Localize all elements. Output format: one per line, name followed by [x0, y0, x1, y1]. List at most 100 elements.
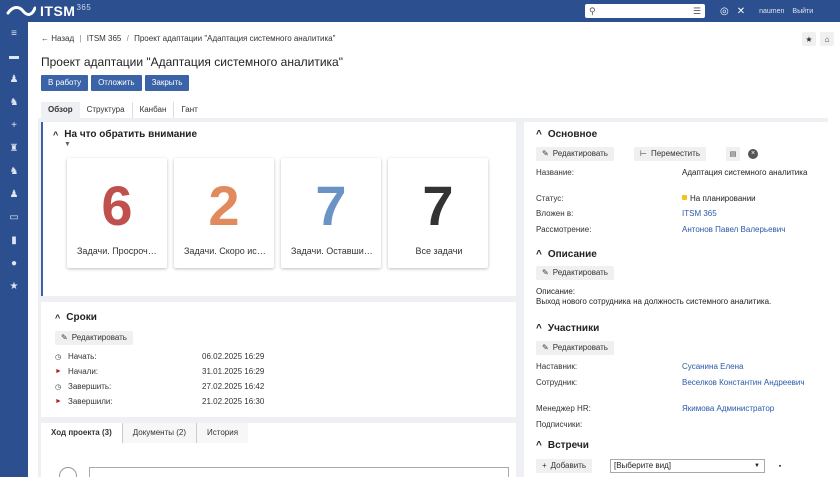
tools-icon[interactable]: ✕ — [737, 6, 745, 17]
card-value: 6 — [101, 174, 133, 237]
to-work-button[interactable]: В работу — [41, 75, 89, 91]
eye-off-icon[interactable]: ◎ — [720, 6, 729, 17]
employee-link[interactable]: Веселков Константин Андреевич — [682, 378, 822, 388]
action-buttons: В работу Отложить Закрыть — [41, 75, 190, 91]
deadline-row: ► Завершили: 21.02.2025 16:30 — [55, 397, 265, 406]
page-title: Проект адаптации "Адаптация системного а… — [41, 55, 343, 69]
content: ← Назад | ITSM 365 / Проект адаптации "А… — [28, 22, 840, 477]
pencil-icon: ✎ — [542, 268, 549, 277]
chevron-up-icon: ^ — [536, 249, 542, 260]
chevron-down-icon[interactable]: ▼ — [64, 141, 74, 149]
left-rail: ≡ ▬ ♟ ♞ + ♜ ♞ ♟ ▭ ▮ ● ★ — [0, 22, 28, 477]
meeting-type-select[interactable]: [Выберите вид] ▼ — [610, 459, 765, 473]
field-name-value: Адаптация системного аналитика — [682, 168, 808, 177]
field-reviewer-link[interactable]: Антонов Павел Валерьевич — [682, 225, 822, 235]
postpone-button[interactable]: Отложить — [91, 75, 142, 91]
tab-kanban[interactable]: Канбан — [133, 102, 175, 118]
participants-edit-button[interactable]: ✎ Редактировать — [536, 341, 614, 355]
plus-icon[interactable]: + — [0, 114, 28, 137]
chevron-up-icon: ^ — [536, 129, 542, 140]
tab-documents[interactable]: Документы (2) — [122, 423, 197, 443]
move-button[interactable]: ⊢ Переместить — [634, 147, 706, 161]
favorite-star-icon[interactable]: ★ — [802, 32, 816, 46]
pencil-icon: ✎ — [542, 149, 549, 158]
book-icon[interactable]: ▭ — [0, 206, 28, 229]
delete-icon[interactable]: × — [746, 147, 760, 161]
star-icon[interactable]: ★ — [0, 275, 28, 298]
deadlines-title: Сроки — [66, 312, 97, 323]
card-all-tasks[interactable]: 7 Все задачи — [388, 158, 488, 268]
plus-icon: + — [542, 461, 547, 470]
comment-input[interactable] — [89, 467, 509, 477]
description-label: Описание: — [536, 287, 576, 296]
description-header[interactable]: ^ Описание — [536, 249, 597, 260]
clock-icon: ◷ — [55, 383, 62, 391]
deadlines-panel: ^ Сроки ✎ Редактировать ◷ Начать: 06.02.… — [41, 302, 516, 417]
move-icon: ⊢ — [640, 149, 647, 158]
attention-title: На что обратить внимание — [64, 129, 198, 140]
main-edit-button[interactable]: ✎ Редактировать — [536, 147, 614, 161]
logout-link[interactable]: Выйти — [792, 8, 813, 15]
card-expiring[interactable]: 2 Задачи. Скоро истекают — [174, 158, 274, 268]
deadlines-edit-button[interactable]: ✎ Редактировать — [55, 331, 133, 345]
filter-sliders-icon[interactable]: ☰ — [693, 4, 701, 18]
field-status-value: На планировании — [682, 194, 822, 204]
project-progress-panel: Ход проекта (3) Документы (2) История — [41, 423, 516, 477]
deadlines-header[interactable]: ^ Сроки — [55, 312, 97, 323]
field-label: Статус: — [536, 194, 564, 203]
task-cards: 6 Задачи. Просроченные 2 Задачи. Скоро и… — [67, 158, 488, 268]
close-button[interactable]: Закрыть — [144, 75, 190, 91]
account-icon[interactable]: ● — [0, 252, 28, 275]
search-input[interactable]: ⚲ ☰ — [585, 4, 705, 18]
logo-wave-icon — [6, 4, 36, 18]
chevron-up-icon: ^ — [536, 440, 542, 451]
tab-progress[interactable]: Ход проекта (3) — [41, 423, 123, 443]
deadline-row: ► Начали: 31.01.2025 16:29 — [55, 367, 265, 376]
card-value: 7 — [315, 174, 347, 237]
card-overdue[interactable]: 6 Задачи. Просроченные — [67, 158, 167, 268]
description-edit-button[interactable]: ✎ Редактировать — [536, 266, 614, 280]
hr-manager-link[interactable]: Якимова Администратор — [682, 404, 822, 414]
breadcrumb-current: Проект адаптации "Адаптация системного а… — [134, 34, 336, 43]
status-dot-icon — [682, 195, 687, 200]
app-logo[interactable]: ITSM365 — [0, 3, 130, 19]
home-icon[interactable]: ⌂ — [820, 32, 834, 46]
field-label: Подписчики: — [536, 420, 583, 429]
top-bar: ITSM365 ⚲ ☰ ◎ ✕ naumen Выйти — [0, 0, 840, 22]
pencil-icon: ✎ — [61, 333, 68, 342]
save-icon[interactable]: ▪ — [773, 459, 787, 473]
clock-icon: ◷ — [55, 353, 62, 361]
search-icon: ⚲ — [589, 6, 596, 16]
field-label: Рассмотрение: — [536, 225, 592, 234]
menu-icon[interactable]: ≡ — [0, 22, 28, 45]
card-value: 7 — [422, 174, 454, 237]
tab-gantt[interactable]: Гант — [174, 102, 204, 118]
field-parent-link[interactable]: ITSM 365 — [682, 209, 822, 219]
chat-icon[interactable]: ▬ — [0, 45, 28, 68]
user-add-icon[interactable]: ♟ — [0, 68, 28, 91]
user-name[interactable]: naumen — [759, 8, 784, 15]
group-icon[interactable]: ♞ — [0, 160, 28, 183]
flag-icon: ► — [55, 368, 62, 375]
back-link[interactable]: ← Назад — [41, 34, 74, 43]
chart-icon[interactable]: ▮ — [0, 229, 28, 252]
bottom-tabs: Ход проекта (3) Документы (2) История — [41, 423, 249, 443]
add-meeting-button[interactable]: + Добавить — [536, 459, 593, 473]
tab-overview[interactable]: Обзор — [41, 102, 80, 118]
tab-structure[interactable]: Структура — [80, 102, 133, 118]
attention-header[interactable]: ^ На что обратить внимание — [53, 129, 197, 140]
breadcrumb-item[interactable]: ITSM 365 — [87, 34, 122, 43]
flag-icon: ► — [55, 398, 62, 405]
meetings-header[interactable]: ^ Встречи — [536, 440, 589, 451]
description-text: Выход нового сотрудника на должность сис… — [536, 297, 772, 306]
card-remaining[interactable]: 7 Задачи. Оставшиеся — [281, 158, 381, 268]
tab-history[interactable]: История — [197, 423, 249, 443]
mentor-link[interactable]: Сусанина Елена — [682, 362, 822, 372]
main-info-header[interactable]: ^ Основное — [536, 129, 597, 140]
user-plus-icon[interactable]: ♟ — [0, 183, 28, 206]
org-icon[interactable]: ♜ — [0, 137, 28, 160]
participants-header[interactable]: ^ Участники — [536, 323, 599, 334]
team-icon[interactable]: ♞ — [0, 91, 28, 114]
archive-icon[interactable]: ▤ — [726, 147, 740, 161]
attention-panel: ^ На что обратить внимание ▼ 6 Задачи. П… — [41, 122, 516, 296]
